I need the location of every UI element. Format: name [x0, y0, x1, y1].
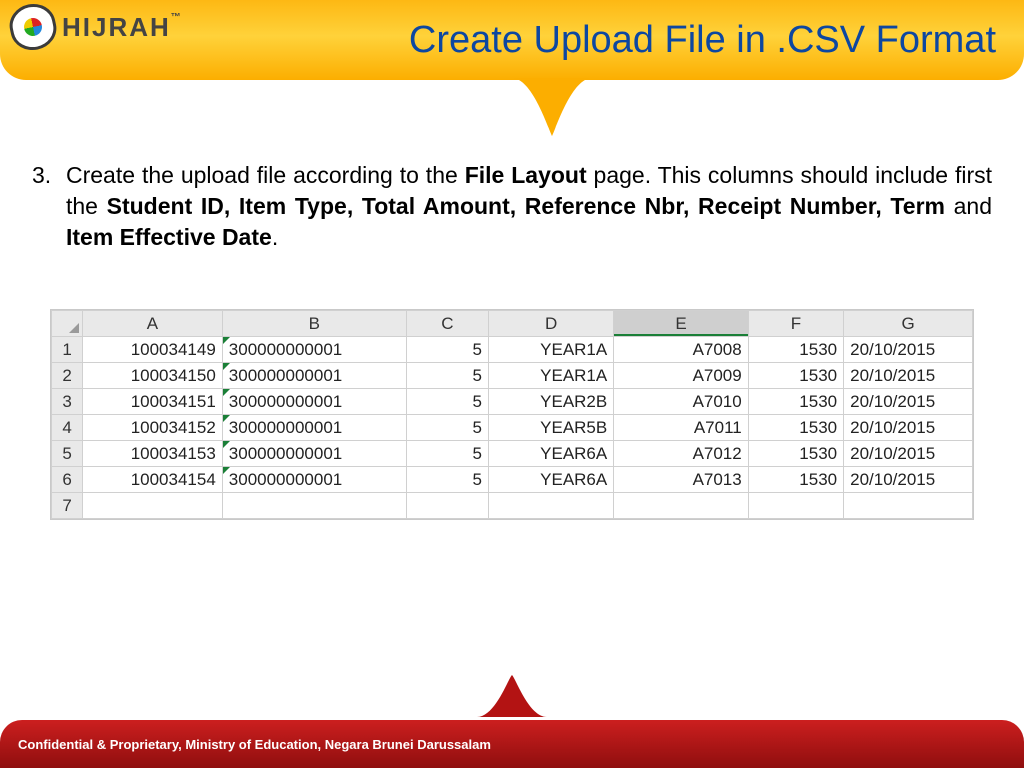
cell-G[interactable]: 20/10/2015: [844, 467, 973, 493]
col-header-G[interactable]: G: [844, 311, 973, 337]
cell-B[interactable]: 300000000001: [222, 415, 406, 441]
col-header-A[interactable]: A: [83, 311, 223, 337]
cell-C[interactable]: 5: [406, 415, 488, 441]
footer-pointer-icon: [477, 675, 547, 722]
cell-E[interactable]: A7013: [614, 467, 749, 493]
cell-A[interactable]: 100034154: [83, 467, 223, 493]
cell-D[interactable]: YEAR6A: [488, 441, 613, 467]
step-text: Create the upload file according to the …: [66, 160, 992, 253]
cell-E[interactable]: A7009: [614, 363, 749, 389]
cell-D[interactable]: YEAR2B: [488, 389, 613, 415]
cell-A[interactable]: 100034151: [83, 389, 223, 415]
cell-G[interactable]: 20/10/2015: [844, 389, 973, 415]
cell-F[interactable]: 1530: [748, 441, 843, 467]
logo: HIJRAH™: [10, 4, 183, 50]
cell-E[interactable]: A7012: [614, 441, 749, 467]
footer-text: Confidential & Proprietary, Ministry of …: [18, 737, 491, 752]
logo-tm: ™: [171, 12, 183, 23]
row-header[interactable]: 5: [52, 441, 83, 467]
table-row: 41000341523000000000015YEAR5BA7011153020…: [52, 415, 973, 441]
spreadsheet-table: A B C D E F G 11000341493000000000015YEA…: [51, 310, 973, 519]
logo-label: HIJRAH: [62, 12, 171, 42]
col-header-F[interactable]: F: [748, 311, 843, 337]
cell-A[interactable]: 100034153: [83, 441, 223, 467]
cell-E[interactable]: A7011: [614, 415, 749, 441]
cell-D[interactable]: [488, 493, 613, 519]
column-header-row: A B C D E F G: [52, 311, 973, 337]
col-header-B[interactable]: B: [222, 311, 406, 337]
row-header[interactable]: 6: [52, 467, 83, 493]
cell-G[interactable]: 20/10/2015: [844, 337, 973, 363]
cell-F[interactable]: 1530: [748, 337, 843, 363]
cell-D[interactable]: YEAR1A: [488, 363, 613, 389]
col-header-C[interactable]: C: [406, 311, 488, 337]
cell-C[interactable]: 5: [406, 441, 488, 467]
cell-B[interactable]: [222, 493, 406, 519]
cell-F[interactable]: 1530: [748, 389, 843, 415]
cell-A[interactable]: 100034152: [83, 415, 223, 441]
logo-text: HIJRAH™: [62, 12, 183, 43]
cell-G[interactable]: 20/10/2015: [844, 415, 973, 441]
top-banner: HIJRAH™ Create Upload File in .CSV Forma…: [0, 0, 1024, 80]
row-header[interactable]: 3: [52, 389, 83, 415]
cell-C[interactable]: 5: [406, 389, 488, 415]
cell-B[interactable]: 300000000001: [222, 363, 406, 389]
cell-B[interactable]: 300000000001: [222, 389, 406, 415]
cell-C[interactable]: [406, 493, 488, 519]
cell-E[interactable]: [614, 493, 749, 519]
row-header[interactable]: 1: [52, 337, 83, 363]
spreadsheet: A B C D E F G 11000341493000000000015YEA…: [50, 309, 974, 520]
cell-E[interactable]: A7010: [614, 389, 749, 415]
row-header[interactable]: 2: [52, 363, 83, 389]
step-number: 3.: [32, 160, 66, 253]
cell-A[interactable]: 100034150: [83, 363, 223, 389]
cell-G[interactable]: 20/10/2015: [844, 441, 973, 467]
cell-C[interactable]: 5: [406, 467, 488, 493]
table-row: 51000341533000000000015YEAR6AA7012153020…: [52, 441, 973, 467]
cell-F[interactable]: [748, 493, 843, 519]
table-row: 61000341543000000000015YEAR6AA7013153020…: [52, 467, 973, 493]
cell-A[interactable]: 100034149: [83, 337, 223, 363]
cell-B[interactable]: 300000000001: [222, 337, 406, 363]
cell-F[interactable]: 1530: [748, 467, 843, 493]
row-header[interactable]: 7: [52, 493, 83, 519]
cell-F[interactable]: 1530: [748, 415, 843, 441]
col-header-D[interactable]: D: [488, 311, 613, 337]
footer-bar: Confidential & Proprietary, Ministry of …: [0, 720, 1024, 768]
cell-B[interactable]: 300000000001: [222, 441, 406, 467]
select-all-corner[interactable]: [52, 311, 83, 337]
table-row: 21000341503000000000015YEAR1AA7009153020…: [52, 363, 973, 389]
cell-D[interactable]: YEAR6A: [488, 467, 613, 493]
row-header[interactable]: 4: [52, 415, 83, 441]
cell-B[interactable]: 300000000001: [222, 467, 406, 493]
table-row: 31000341513000000000015YEAR2BA7010153020…: [52, 389, 973, 415]
content-area: 3. Create the upload file according to t…: [0, 80, 1024, 520]
cell-E[interactable]: A7008: [614, 337, 749, 363]
cell-G[interactable]: [844, 493, 973, 519]
cell-D[interactable]: YEAR5B: [488, 415, 613, 441]
cell-A[interactable]: [83, 493, 223, 519]
instruction-step-3: 3. Create the upload file according to t…: [32, 160, 992, 253]
cell-C[interactable]: 5: [406, 363, 488, 389]
table-row: 11000341493000000000015YEAR1AA7008153020…: [52, 337, 973, 363]
cell-D[interactable]: YEAR1A: [488, 337, 613, 363]
cell-G[interactable]: 20/10/2015: [844, 363, 973, 389]
col-header-E[interactable]: E: [614, 311, 749, 337]
cell-C[interactable]: 5: [406, 337, 488, 363]
table-row: 7: [52, 493, 973, 519]
cell-F[interactable]: 1530: [748, 363, 843, 389]
hijrah-globe-icon: [6, 0, 61, 54]
